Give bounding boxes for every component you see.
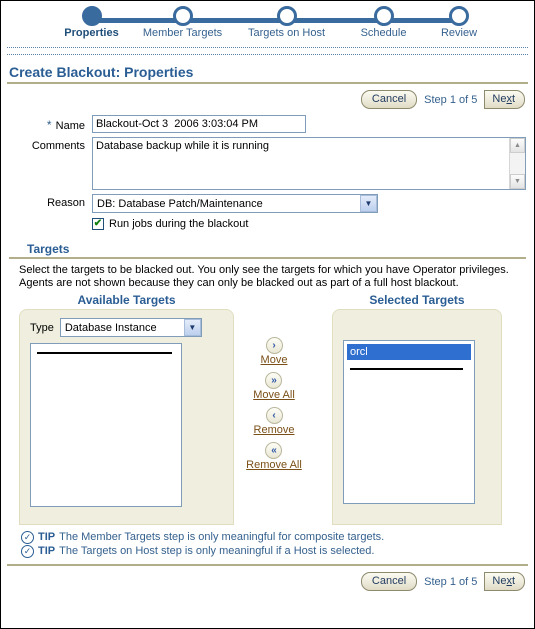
targets-section-title: Targets bbox=[27, 242, 70, 256]
name-input[interactable] bbox=[92, 115, 306, 133]
available-targets-panel: Type Database Instance ▼ bbox=[19, 309, 234, 525]
name-field-row: * Name bbox=[1, 115, 534, 133]
tip-check-icon: ✓ bbox=[21, 544, 34, 558]
list-item[interactable]: orcl bbox=[347, 344, 471, 360]
move-button[interactable]: › Move bbox=[261, 337, 288, 366]
reason-select[interactable]: DB: Database Patch/Maintenance ▼ bbox=[92, 194, 378, 213]
train-step-schedule[interactable]: Schedule bbox=[338, 1, 429, 39]
selected-targets-listbox[interactable]: orcl bbox=[343, 340, 475, 504]
footer-button-bar: Cancel Step 1 of 5 Next bbox=[1, 566, 534, 597]
chevron-down-icon[interactable]: ▼ bbox=[183, 319, 201, 336]
chevron-down-icon[interactable]: ▼ bbox=[360, 195, 377, 212]
scroll-up-icon[interactable]: ▲ bbox=[510, 138, 525, 153]
train-step-label: Schedule bbox=[360, 27, 407, 39]
train-step-label: Member Targets bbox=[142, 27, 223, 39]
chevron-double-left-icon[interactable]: « bbox=[265, 442, 283, 459]
next-button-top[interactable]: Next bbox=[484, 90, 525, 109]
available-targets-listbox[interactable] bbox=[30, 343, 182, 507]
step-indicator-top: Step 1 of 5 bbox=[424, 93, 478, 106]
comments-scrollbar[interactable]: ▲ ▼ bbox=[509, 138, 525, 189]
chevron-left-icon[interactable]: ‹ bbox=[265, 407, 283, 424]
remove-all-button[interactable]: « Remove All bbox=[246, 442, 302, 471]
chevron-double-right-icon[interactable]: » bbox=[265, 372, 283, 389]
reason-label: Reason bbox=[47, 197, 85, 209]
run-jobs-label: Run jobs during the blackout bbox=[109, 218, 249, 230]
train-step-dot-icon bbox=[373, 6, 394, 26]
remove-button-label[interactable]: Remove bbox=[254, 424, 295, 436]
type-filter-row: Type Database Instance ▼ bbox=[30, 318, 223, 337]
tip-check-icon: ✓ bbox=[21, 530, 34, 544]
next-button-bottom[interactable]: Next bbox=[484, 572, 525, 591]
selected-targets-panel: orcl bbox=[332, 309, 502, 525]
train-step-properties[interactable]: Properties bbox=[53, 1, 130, 39]
tip-row: ✓ TIP The Member Targets step is only me… bbox=[21, 530, 534, 544]
targets-section: Targets bbox=[1, 242, 534, 259]
scroll-down-icon[interactable]: ▼ bbox=[510, 174, 525, 189]
move-all-button[interactable]: » Move All bbox=[253, 372, 295, 401]
shuttle-move-buttons: › Move » Move All ‹ Remove « Remove All bbox=[234, 293, 314, 471]
type-label: Type bbox=[30, 321, 54, 334]
train-step-review[interactable]: Review bbox=[429, 1, 489, 39]
run-jobs-row: ✔ Run jobs during the blackout bbox=[1, 218, 534, 230]
available-targets-column: Available Targets Type Database Instance… bbox=[19, 293, 234, 525]
tip-text: The Member Targets step is only meaningf… bbox=[59, 531, 385, 543]
cancel-button-bottom[interactable]: Cancel bbox=[360, 572, 418, 591]
train-step-dot-icon bbox=[276, 6, 297, 26]
comments-label: Comments bbox=[31, 140, 85, 152]
step-indicator-bottom: Step 1 of 5 bbox=[424, 575, 478, 588]
properties-form: * Name Comments ▲ ▼ Reason DB: Database … bbox=[1, 113, 534, 230]
reason-field-row: Reason DB: Database Patch/Maintenance ▼ bbox=[1, 194, 534, 213]
type-select[interactable]: Database Instance ▼ bbox=[59, 318, 202, 337]
move-all-button-label[interactable]: Move All bbox=[253, 389, 295, 401]
remove-button[interactable]: ‹ Remove bbox=[254, 407, 295, 436]
remove-all-button-label[interactable]: Remove All bbox=[246, 459, 302, 471]
chevron-right-icon[interactable]: › bbox=[265, 337, 283, 354]
list-separator bbox=[37, 352, 172, 354]
list-separator bbox=[350, 368, 463, 370]
targets-description: Select the targets to be blacked out. Yo… bbox=[19, 264, 509, 289]
train-step-label: Targets on Host bbox=[247, 27, 326, 39]
selected-targets-header: Selected Targets bbox=[369, 293, 465, 307]
name-label: * Name bbox=[46, 118, 85, 132]
tip-keyword: TIP bbox=[38, 531, 56, 543]
train-step-member-targets[interactable]: Member Targets bbox=[130, 1, 235, 39]
available-targets-header: Available Targets bbox=[77, 293, 176, 307]
move-button-label[interactable]: Move bbox=[261, 354, 288, 366]
tip-keyword: TIP bbox=[38, 545, 56, 557]
tip-text: The Targets on Host step is only meaning… bbox=[59, 545, 375, 557]
page-title: Create Blackout: Properties bbox=[9, 64, 194, 80]
targets-shuttle: Available Targets Type Database Instance… bbox=[1, 291, 534, 525]
train-step-dot-icon bbox=[449, 6, 469, 26]
tip-row: ✓ TIP The Targets on Host step is only m… bbox=[21, 544, 534, 558]
type-selected-value: Database Instance bbox=[64, 321, 157, 334]
run-jobs-checkbox[interactable]: ✔ bbox=[92, 218, 104, 230]
cancel-button-top[interactable]: Cancel bbox=[360, 90, 418, 109]
reason-selected-value: DB: Database Patch/Maintenance bbox=[97, 197, 263, 210]
selected-targets-column: Selected Targets orcl bbox=[332, 293, 502, 525]
train-step-label: Review bbox=[440, 27, 478, 39]
comments-field-row: Comments ▲ ▼ bbox=[1, 137, 534, 190]
train-step-dot-icon bbox=[172, 6, 193, 26]
tips-block: ✓ TIP The Member Targets step is only me… bbox=[1, 525, 534, 558]
create-blackout-page: Properties Member Targets Targets on Hos… bbox=[0, 0, 535, 629]
wizard-train: Properties Member Targets Targets on Hos… bbox=[1, 1, 534, 46]
required-marker: * bbox=[46, 118, 52, 132]
top-button-bar: Cancel Step 1 of 5 Next bbox=[1, 84, 534, 113]
train-step-targets-on-host[interactable]: Targets on Host bbox=[235, 1, 338, 39]
comments-textarea[interactable] bbox=[92, 137, 526, 190]
train-step-dot-icon bbox=[81, 6, 102, 26]
train-step-label: Properties bbox=[64, 27, 119, 39]
divider-dotted-top bbox=[7, 46, 528, 48]
